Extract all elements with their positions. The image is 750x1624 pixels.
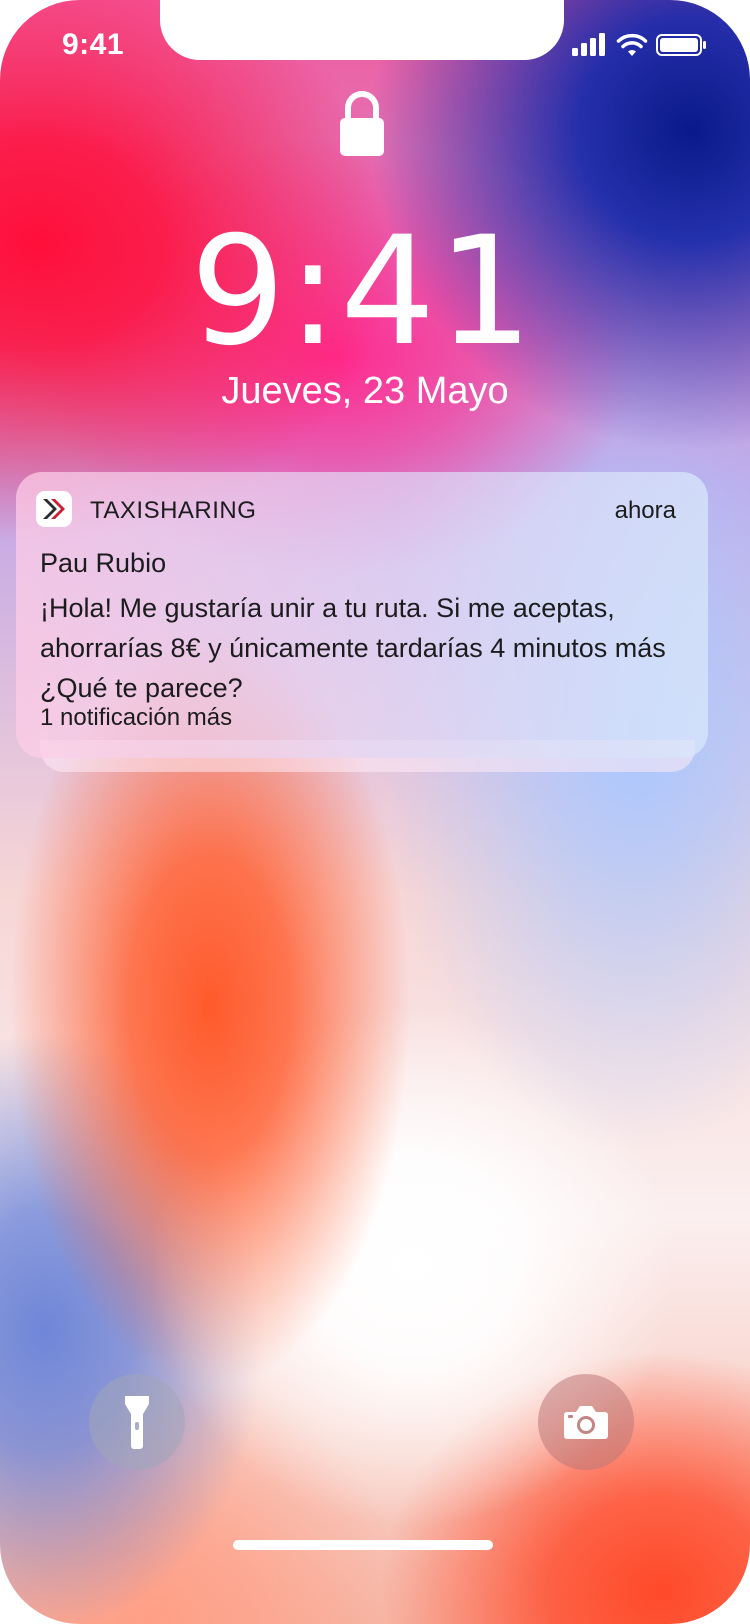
notification-body: ¡Hola! Me gustaría unir a tu ruta. Si me… <box>40 593 666 703</box>
flashlight-button[interactable] <box>89 1374 185 1470</box>
device-notch <box>160 0 564 60</box>
notification-app-name: TAXISHARING <box>90 497 257 524</box>
lock-screen-date: Jueves, 23 Mayo <box>221 370 509 412</box>
camera-button[interactable] <box>538 1374 634 1470</box>
status-bar-icons <box>572 33 706 56</box>
notification-title: Pau Rubio <box>40 548 167 578</box>
flashlight-icon <box>125 1396 149 1449</box>
lock-screen-time: 9:41 <box>190 205 535 379</box>
notification-card[interactable]: TAXISHARING ahora Pau Rubio ¡Hola! Me gu… <box>16 472 708 758</box>
taxisharing-app-icon <box>36 491 72 527</box>
notification-timestamp: ahora <box>614 497 676 524</box>
status-bar-time: 9:41 <box>62 28 125 61</box>
home-indicator[interactable] <box>233 1540 493 1550</box>
wifi-icon <box>616 33 648 56</box>
signal-icon <box>572 33 605 56</box>
lock-icon <box>340 91 384 156</box>
notification-more-count[interactable]: 1 notificación más <box>40 704 232 732</box>
battery-icon <box>656 34 706 56</box>
camera-icon <box>564 1406 608 1439</box>
lock-screen: 9:41 9:41 Jueves, 23 Mayo TAXISHARING ah… <box>0 0 750 1624</box>
